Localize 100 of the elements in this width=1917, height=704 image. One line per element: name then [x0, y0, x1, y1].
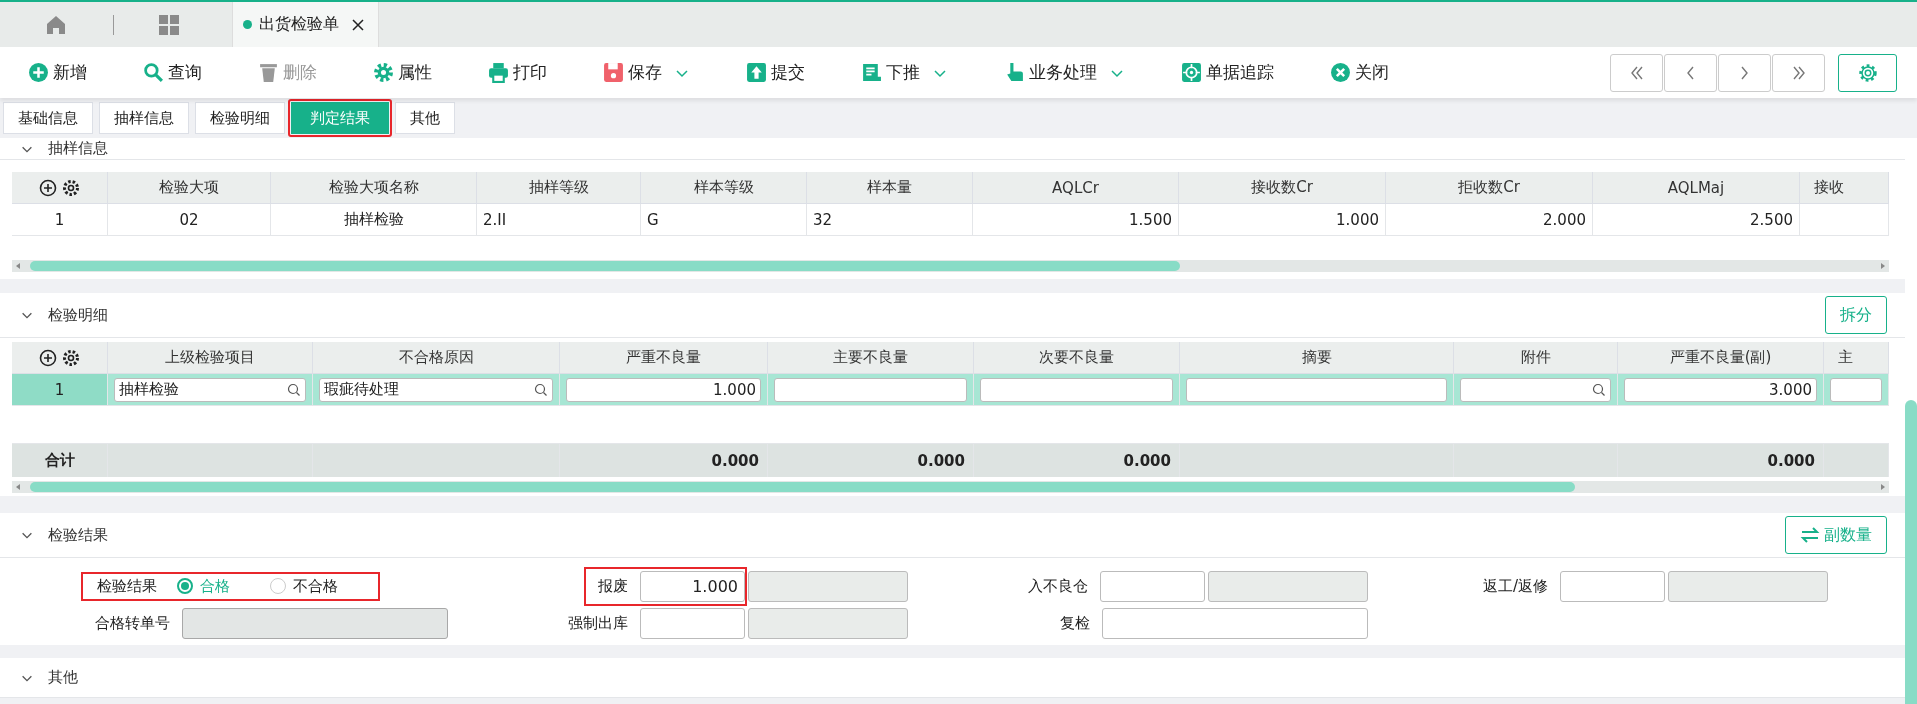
- column-header: 抽样等级: [477, 172, 641, 204]
- radio-button[interactable]: [177, 578, 193, 594]
- toolbar-button[interactable]: 打印: [488, 61, 547, 84]
- table-cell: 1.000: [1179, 204, 1386, 236]
- grid-icon[interactable]: [158, 13, 180, 36]
- column-header: 严重不良量: [560, 342, 768, 374]
- close-icon[interactable]: [352, 18, 364, 31]
- input-field[interactable]: [774, 377, 967, 402]
- total-cell: 0.000: [768, 444, 974, 477]
- gear-icon: [373, 62, 394, 83]
- column-header: 严重不良量(副): [1618, 342, 1824, 374]
- toolbar-button[interactable]: 保存: [603, 61, 690, 84]
- section-title: 检验结果: [48, 525, 108, 545]
- input-field[interactable]: 1.000: [566, 377, 761, 402]
- field-label: 入不良仓: [1028, 576, 1088, 596]
- plus-circle-icon: [28, 62, 49, 83]
- column-header: 接收数Cr: [1179, 172, 1386, 204]
- section-title: 其他: [48, 668, 78, 687]
- field-label: 报废: [598, 576, 628, 596]
- save-icon: [603, 62, 624, 83]
- lookup-field[interactable]: 抽样检验: [114, 377, 306, 402]
- target-icon: [1181, 62, 1202, 83]
- toolbar-button[interactable]: 业务处理: [1004, 61, 1125, 84]
- row-number: 1: [12, 374, 108, 406]
- table-cell: 2.500: [1593, 204, 1800, 236]
- toolbar-button[interactable]: 新增: [28, 61, 87, 84]
- pointing-hand-icon: [1004, 62, 1025, 83]
- total-cell: 0.000: [560, 444, 768, 477]
- tab[interactable]: 抽样信息: [99, 102, 189, 134]
- printer-icon: [488, 62, 509, 83]
- double-left-chevron-button[interactable]: [1610, 53, 1663, 92]
- horizontal-scrollbar[interactable]: [12, 481, 1889, 493]
- field-label: 合格转单号: [95, 613, 170, 633]
- total-cell: 0.000: [1618, 444, 1824, 477]
- toolbar-button[interactable]: 提交: [746, 61, 805, 84]
- left-chevron-icon: [1687, 65, 1694, 80]
- column-header: AQLCr: [973, 172, 1179, 204]
- toolbar-button[interactable]: 属性: [373, 61, 432, 84]
- table-cell: 2.000: [1386, 204, 1593, 236]
- search-icon[interactable]: [534, 382, 548, 397]
- table-cell: 2.II: [477, 204, 641, 236]
- settings-button[interactable]: [1838, 53, 1897, 92]
- scroll-left-arrow-icon[interactable]: [16, 263, 20, 269]
- column-header: 检验大项名称: [271, 172, 477, 204]
- tab[interactable]: 基础信息: [3, 102, 93, 134]
- lookup-field[interactable]: [1460, 377, 1611, 402]
- table-cell: 02: [108, 204, 271, 236]
- column-header: 主: [1824, 342, 1889, 374]
- column-header: 摘要: [1180, 342, 1454, 374]
- input-field[interactable]: 3.000: [1624, 377, 1817, 402]
- scroll-right-arrow-icon[interactable]: [1881, 484, 1885, 490]
- horizontal-scrollbar[interactable]: [12, 260, 1889, 272]
- tab[interactable]: 其他: [395, 102, 455, 134]
- status-dot-icon: [243, 20, 252, 29]
- column-header: 附件: [1454, 342, 1618, 374]
- total-cell: [1824, 444, 1889, 477]
- input-field[interactable]: [640, 607, 745, 639]
- toolbar-button[interactable]: 关闭: [1330, 61, 1389, 84]
- add-circle-icon[interactable]: [39, 178, 57, 197]
- scroll-left-arrow-icon[interactable]: [16, 484, 20, 490]
- section-title: 抽样信息: [48, 139, 108, 158]
- left-chevron-button[interactable]: [1664, 53, 1717, 92]
- input-field[interactable]: [980, 377, 1173, 402]
- right-chevron-button[interactable]: [1718, 53, 1771, 92]
- input-field[interactable]: [1102, 607, 1368, 639]
- toolbar-button[interactable]: 单据追踪: [1181, 61, 1274, 84]
- input-field[interactable]: 1.000: [640, 570, 745, 602]
- search-icon[interactable]: [287, 382, 301, 397]
- home-icon[interactable]: [45, 13, 67, 36]
- total-label: 合计: [12, 444, 108, 477]
- document-tab[interactable]: 出货检验单: [232, 2, 379, 47]
- input-field[interactable]: [1100, 570, 1205, 602]
- settings-icon: [1856, 61, 1879, 84]
- input-field[interactable]: [1186, 377, 1447, 402]
- field-label: 返工/返修: [1482, 576, 1548, 596]
- tab[interactable]: 检验明细: [195, 102, 285, 134]
- row-number: 1: [12, 204, 108, 236]
- input-field[interactable]: [1560, 570, 1665, 602]
- search-icon[interactable]: [1592, 382, 1606, 397]
- column-header: 次要不良量: [974, 342, 1180, 374]
- toolbar-button[interactable]: 查询: [143, 61, 202, 84]
- radio-label[interactable]: 不合格: [293, 576, 338, 596]
- gear-icon[interactable]: [62, 348, 80, 367]
- vertical-scrollbar[interactable]: [1905, 138, 1917, 704]
- toolbar-button[interactable]: 下推: [861, 61, 948, 84]
- scroll-right-arrow-icon[interactable]: [1881, 263, 1885, 269]
- tab-title[interactable]: 出货检验单: [259, 14, 339, 35]
- double-right-chevron-button[interactable]: [1772, 53, 1825, 92]
- add-circle-icon[interactable]: [39, 348, 57, 367]
- column-header: 拒收数Cr: [1386, 172, 1593, 204]
- column-header: 主要不良量: [768, 342, 974, 374]
- section-title: 检验明细: [48, 305, 108, 325]
- column-header: 样本等级: [641, 172, 807, 204]
- column-header: 样本量: [807, 172, 973, 204]
- double-left-chevron-icon: [1630, 65, 1643, 80]
- document-icon: [861, 62, 882, 83]
- input-field[interactable]: [1830, 377, 1882, 402]
- gear-icon[interactable]: [62, 178, 80, 197]
- radio-button[interactable]: [270, 578, 286, 594]
- lookup-field[interactable]: 瑕疵待处理: [319, 377, 553, 402]
